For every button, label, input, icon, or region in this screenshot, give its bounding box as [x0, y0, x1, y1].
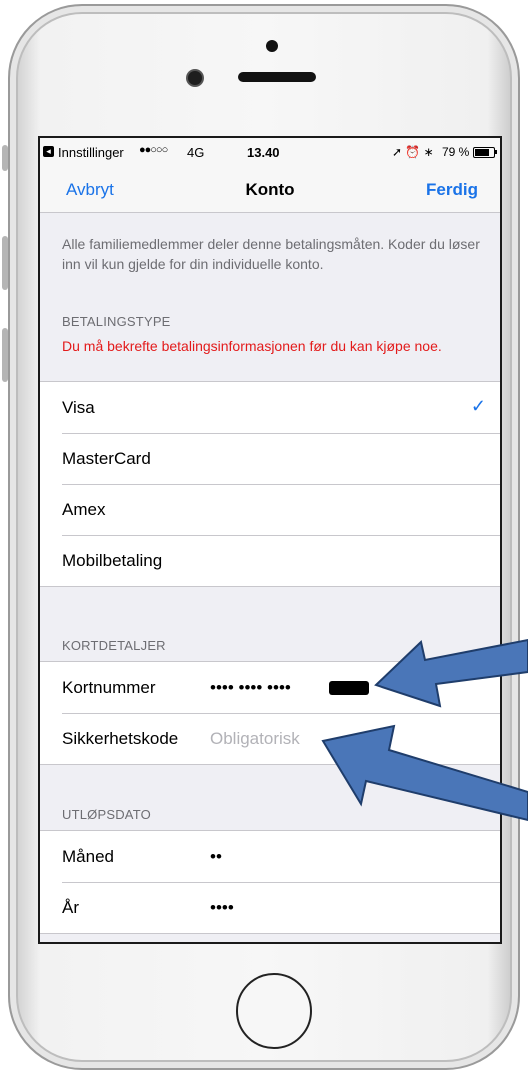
arrow-to-security-code — [321, 724, 528, 822]
arrow-to-card-number — [374, 638, 528, 708]
annotation-arrows — [321, 638, 528, 822]
